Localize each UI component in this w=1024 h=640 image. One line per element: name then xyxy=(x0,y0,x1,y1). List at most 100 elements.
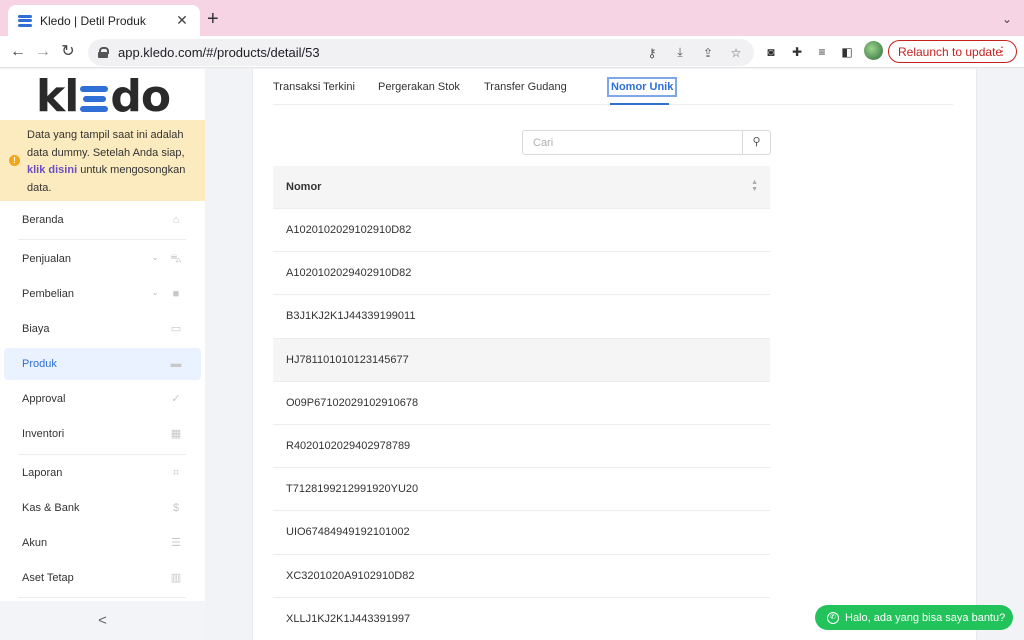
relaunch-label: Relaunch to update xyxy=(898,44,1003,59)
sidebar-item-label: Akun xyxy=(22,537,48,549)
basket-icon: ⛍ xyxy=(170,253,182,265)
clear-dummy-data-link[interactable]: klik disini xyxy=(27,164,77,176)
building-icon: ▥ xyxy=(170,572,182,584)
search-icon[interactable]: ⚲ xyxy=(742,131,770,154)
table-cell: XC3201020A9102910D82 xyxy=(286,569,415,582)
browser-tab-strip: Kledo | Detil Produk ✕ + ⌄ xyxy=(0,0,1024,36)
sidebar-item-laporan[interactable]: Laporan ⌗ xyxy=(4,457,201,489)
sidebar-item-label: Kas & Bank xyxy=(22,502,80,514)
dollar-icon: $ xyxy=(172,502,180,514)
sidebar-item-akun[interactable]: Akun ☰ xyxy=(4,527,201,559)
browser-tab[interactable]: Kledo | Detil Produk ✕ xyxy=(8,5,200,36)
sidebar-item-biaya[interactable]: Biaya ▭ xyxy=(4,313,201,345)
sidebar-divider xyxy=(18,239,186,240)
sidebar-item-beranda[interactable]: Beranda ⌂ xyxy=(4,204,201,236)
reload-button[interactable]: ↻ xyxy=(58,42,78,62)
chart-icon: ⌗ xyxy=(172,467,180,479)
ledger-icon: ☰ xyxy=(171,537,181,549)
table-row[interactable]: O09P67102029102910678 xyxy=(273,382,770,425)
whatsapp-icon: ✆ xyxy=(827,611,839,624)
sort-icon[interactable]: ▲ ▼ xyxy=(751,179,758,193)
search-input[interactable] xyxy=(523,131,742,154)
check-icon: ✓ xyxy=(171,393,181,405)
table-cell: UIO67484949192101002 xyxy=(286,526,410,539)
sidebar-item-inventori[interactable]: Inventori ▦ xyxy=(4,418,201,450)
tab-close-icon[interactable]: ✕ xyxy=(174,12,190,29)
sidebar-item-label: Biaya xyxy=(22,323,50,335)
extensions-puzzle-icon[interactable]: ✚ xyxy=(789,44,805,60)
sidebar-item-label: Approval xyxy=(22,393,66,405)
table-cell: A1020102029402910D82 xyxy=(286,267,412,280)
download-icon[interactable]: ⤓ xyxy=(672,45,688,60)
sort-up-icon: ▲ xyxy=(751,179,758,186)
lock-icon xyxy=(98,47,109,58)
camera-icon[interactable]: ◙ xyxy=(763,44,779,60)
notice-text-before: Data yang tampil saat ini adalah data du… xyxy=(27,129,185,159)
sidebar-item-produk[interactable]: Produk ▬ xyxy=(4,348,201,380)
unique-number-table: Nomor ▲ ▼ A1020102029102910D82 A10201020… xyxy=(273,166,770,640)
search-box: ⚲ xyxy=(522,130,771,155)
sidebar-item-label: Beranda xyxy=(22,214,64,226)
chevron-down-icon: ⌄ xyxy=(151,287,159,297)
card-icon: ▭ xyxy=(170,323,182,335)
bag-icon: ■ xyxy=(172,288,180,300)
table-row[interactable]: UIO67484949192101002 xyxy=(273,511,770,555)
tab-pergerakan-stok[interactable]: Pergerakan Stok xyxy=(378,81,460,93)
logo-e-mark xyxy=(80,82,109,116)
warning-icon: ! xyxy=(9,155,20,166)
table-row[interactable]: A1020102029102910D82 xyxy=(273,209,770,253)
sort-down-icon: ▼ xyxy=(751,186,758,193)
sidebar-item-penjualan[interactable]: Penjualan ⌄ ⛍ xyxy=(4,243,201,275)
sidebar-item-label: Laporan xyxy=(22,467,63,479)
star-icon[interactable]: ☆ xyxy=(728,46,744,60)
profile-avatar[interactable] xyxy=(864,41,883,60)
back-button[interactable]: ← xyxy=(8,42,28,62)
tab-search-chevron-icon[interactable]: ⌄ xyxy=(1002,12,1012,26)
sidebar-divider xyxy=(18,597,186,598)
detail-tabs: Transaksi Terkini Pergerakan Stok Transf… xyxy=(273,69,953,105)
table-header-nomor[interactable]: Nomor ▲ ▼ xyxy=(273,166,770,209)
chat-label: Halo, ada yang bisa saya bantu? xyxy=(845,611,1006,624)
table-row[interactable]: HJ781101010123145677 xyxy=(273,338,770,382)
table-row[interactable]: T7128199212991920YU20 xyxy=(273,468,770,512)
column-header-label: Nomor xyxy=(286,181,322,193)
relaunch-to-update-button[interactable]: Relaunch to update ⋮ xyxy=(888,40,1017,63)
kledo-favicon-icon xyxy=(18,14,32,28)
table-cell: O09P67102029102910678 xyxy=(286,396,419,409)
table-row[interactable]: A1020102029402910D82 xyxy=(273,252,770,296)
tab-transaksi-terkini[interactable]: Transaksi Terkini xyxy=(273,81,355,93)
table-cell: A1020102029102910D82 xyxy=(286,224,412,237)
sidebar-item-pembelian[interactable]: Pembelian ⌄ ■ xyxy=(4,278,201,310)
table-row[interactable]: XLLJ1KJ2K1J443391997 xyxy=(273,598,770,640)
sidebar-item-label: Inventori xyxy=(22,428,65,440)
logo-text-start: kl xyxy=(36,70,79,122)
table-row[interactable]: B3J1KJ2K1J44339199011 xyxy=(273,295,770,339)
share-icon[interactable]: ⇪ xyxy=(700,46,716,60)
forward-button[interactable]: → xyxy=(33,42,53,62)
sidebar-divider xyxy=(18,454,186,455)
table-row[interactable]: R4020102029402978789 xyxy=(273,425,770,469)
kledo-logo[interactable]: kl do xyxy=(36,70,171,122)
sidebar: kl do ! Data yang tampil saat ini adalah… xyxy=(0,69,205,640)
table-cell: XLLJ1KJ2K1J443391997 xyxy=(286,612,411,625)
new-tab-button[interactable]: + xyxy=(207,9,219,29)
whatsapp-chat-button[interactable]: ✆ Halo, ada yang bisa saya bantu? xyxy=(815,605,1013,630)
collapse-sidebar-button[interactable]: < xyxy=(0,601,205,640)
active-tab-indicator xyxy=(610,103,669,105)
sidebar-item-label: Pembelian xyxy=(22,288,74,300)
warehouse-icon: ▦ xyxy=(170,428,182,440)
sidebar-item-kas-bank[interactable]: Kas & Bank $ xyxy=(4,492,201,524)
browser-menu-icon[interactable]: ⋮ xyxy=(996,44,1008,58)
box-icon: ▬ xyxy=(170,358,182,370)
tab-nomor-unik[interactable]: Nomor Unik xyxy=(606,77,678,97)
key-icon[interactable]: ⚷ xyxy=(644,46,660,60)
sidebar-item-aset-tetap[interactable]: Aset Tetap ▥ xyxy=(4,562,201,594)
url-text[interactable]: app.kledo.com/#/products/detail/53 xyxy=(118,45,632,60)
side-panel-icon[interactable]: ◧ xyxy=(839,44,855,60)
tab-transfer-gudang[interactable]: Transfer Gudang xyxy=(484,81,567,93)
address-bar[interactable]: app.kledo.com/#/products/detail/53 ⚷ ⤓ ⇪… xyxy=(88,39,754,66)
sidebar-item-approval[interactable]: Approval ✓ xyxy=(4,383,201,415)
home-icon: ⌂ xyxy=(172,214,180,226)
media-control-icon[interactable]: ≡ xyxy=(814,44,830,60)
table-row[interactable]: XC3201020A9102910D82 xyxy=(273,555,770,598)
